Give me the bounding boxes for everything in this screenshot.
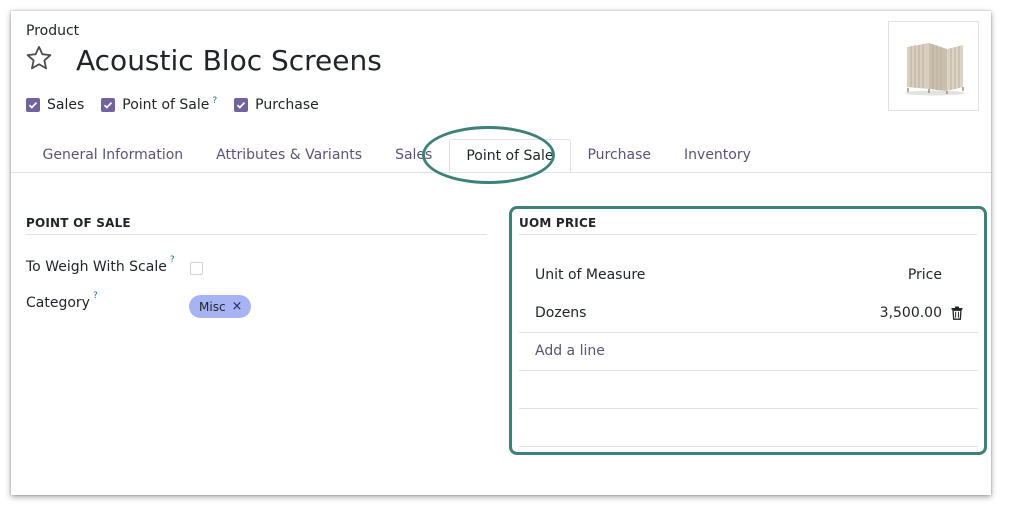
column-header-uom[interactable]: Unit of Measure	[535, 267, 645, 283]
checkbox-checked-icon[interactable]	[101, 98, 116, 112]
uom-cell[interactable]: Dozens	[535, 305, 586, 321]
tab-purchase[interactable]: Purchase	[571, 139, 668, 173]
trash-icon[interactable]	[950, 306, 964, 320]
product-image[interactable]	[888, 21, 979, 111]
product-screen-illustration	[904, 43, 965, 96]
point-of-sale-section: POINT OF SALE	[26, 216, 487, 235]
sales-checkbox-label: Sales	[47, 97, 85, 113]
checkbox-checked-icon[interactable]	[234, 98, 249, 112]
help-tooltip-icon[interactable]: ?	[93, 291, 98, 301]
table-header: Unit of Measure Price	[519, 257, 978, 295]
purchase-checkbox[interactable]: Purchase	[234, 97, 319, 113]
sales-checkbox[interactable]: Sales	[26, 97, 84, 113]
star-icon[interactable]	[25, 44, 53, 72]
help-tooltip-icon[interactable]: ?	[170, 255, 175, 265]
table-row[interactable]: Dozens 3,500.00	[519, 295, 978, 333]
notebook-tabs: General Information Attributes & Variant…	[26, 139, 767, 173]
category-label: Category?	[26, 291, 98, 311]
column-header-price[interactable]: Price	[908, 267, 942, 283]
weigh-with-scale-label: To Weigh With Scale?	[26, 255, 175, 275]
tab-general-information[interactable]: General Information	[26, 139, 200, 173]
uom-price-table: Unit of Measure Price Dozens 3,500.00 Ad…	[519, 257, 978, 447]
add-line-row: Add a line	[519, 333, 978, 371]
weigh-with-scale-checkbox[interactable]	[190, 262, 203, 275]
category-tag-label: Misc	[199, 299, 226, 314]
add-a-line-link[interactable]: Add a line	[535, 343, 605, 359]
empty-row	[519, 409, 978, 447]
help-tooltip-icon[interactable]: ?	[212, 96, 217, 106]
tab-attributes-variants[interactable]: Attributes & Variants	[200, 139, 379, 173]
price-cell[interactable]: 3,500.00	[880, 305, 942, 321]
tabs-divider	[11, 172, 991, 173]
category-label-text: Category	[26, 295, 90, 311]
purchase-checkbox-label: Purchase	[255, 97, 319, 113]
tab-point-of-sale[interactable]: Point of Sale	[448, 139, 571, 173]
section-title: POINT OF SALE	[26, 216, 487, 235]
page-title[interactable]: Acoustic Bloc Screens	[76, 44, 382, 77]
empty-row	[519, 371, 978, 409]
uom-section-title: UOM PRICE	[519, 216, 977, 235]
weigh-with-scale-label-text: To Weigh With Scale	[26, 259, 167, 275]
breadcrumb[interactable]: Product	[26, 23, 79, 39]
point-of-sale-checkbox-label: Point of Sale	[122, 97, 210, 113]
category-tag[interactable]: Misc ×	[189, 295, 252, 318]
product-flags: Sales Point of Sale ? Purchase	[26, 96, 336, 113]
point-of-sale-checkbox[interactable]: Point of Sale ?	[101, 96, 217, 113]
product-form-card: Product Acoustic Bloc Screens Sales Poin…	[11, 11, 991, 495]
tab-inventory[interactable]: Inventory	[668, 139, 768, 173]
checkbox-checked-icon[interactable]	[26, 98, 40, 112]
tab-sales[interactable]: Sales	[379, 139, 449, 173]
remove-tag-icon[interactable]: ×	[232, 299, 243, 314]
